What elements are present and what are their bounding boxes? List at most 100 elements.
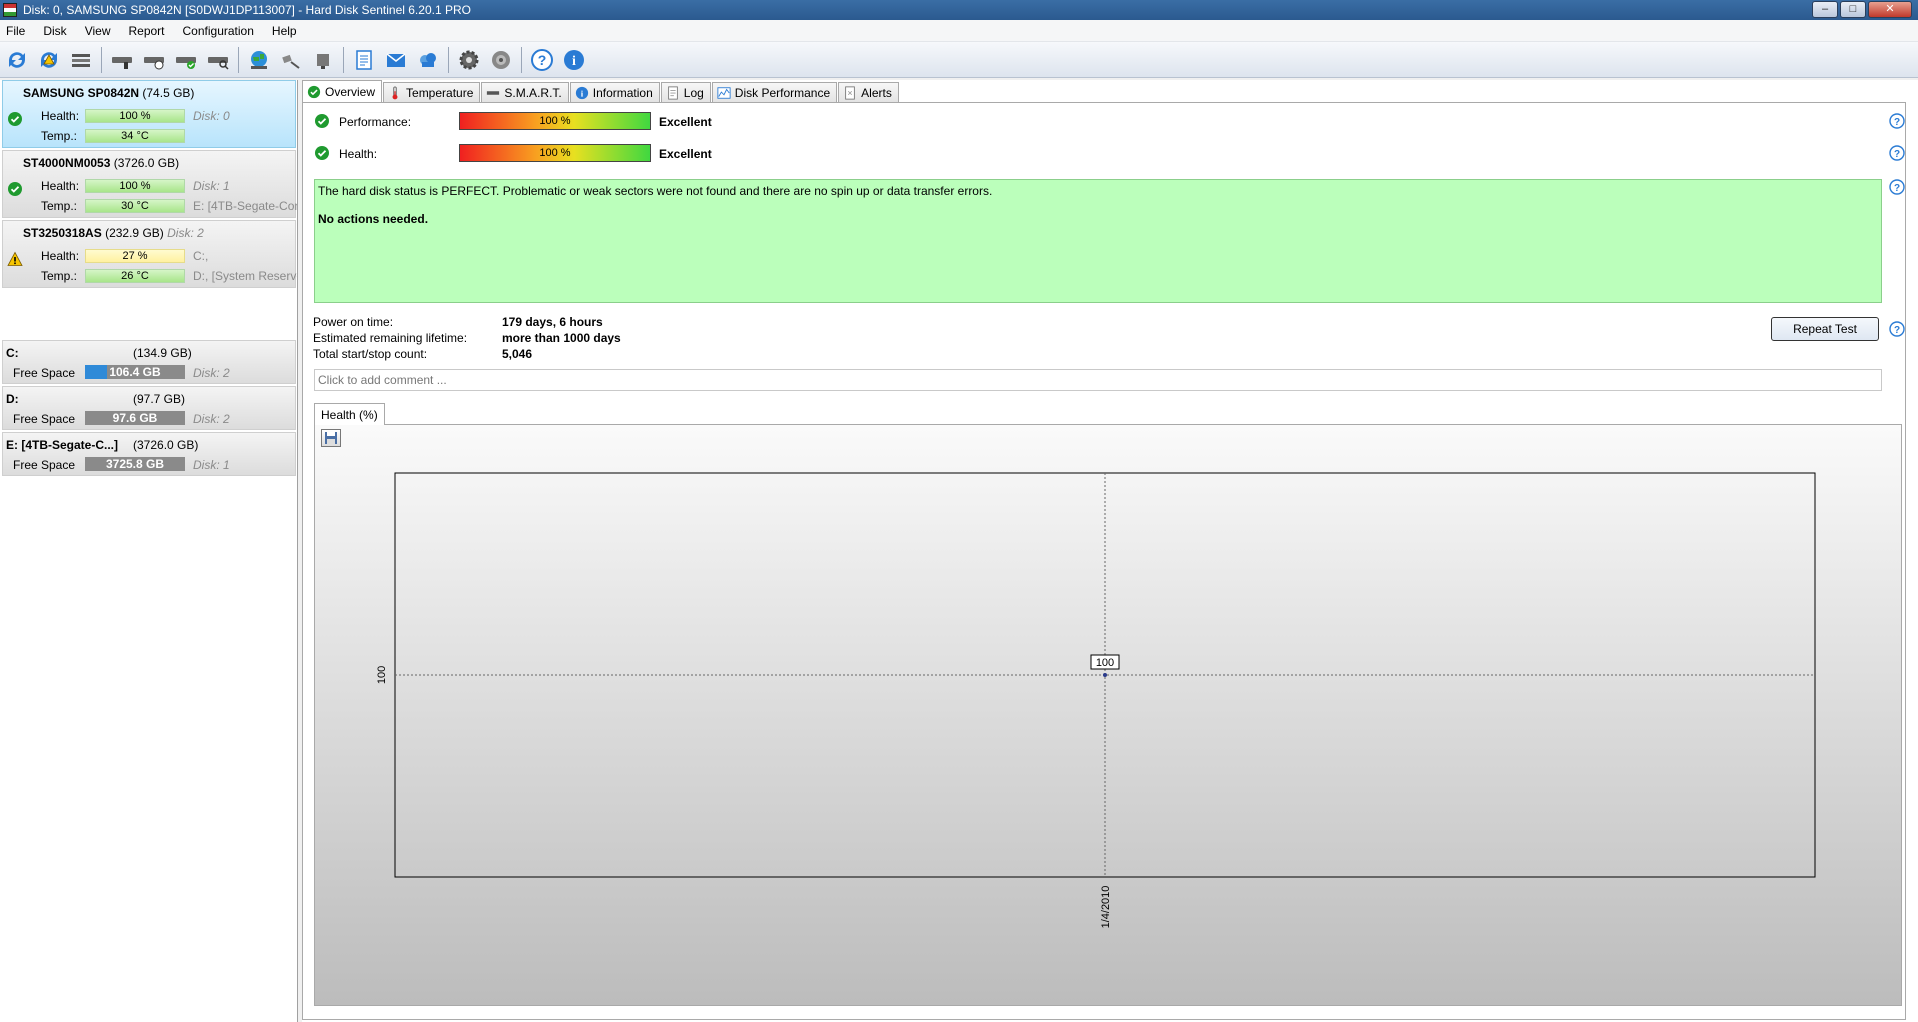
- temp-bar: 30 °C: [85, 199, 185, 213]
- volume-name: E: [4TB-Segate-C...]: [6, 438, 119, 452]
- disk-search-icon[interactable]: [204, 45, 232, 75]
- help-icon[interactable]: ?: [1889, 321, 1905, 337]
- volume-size: (97.7 GB): [133, 392, 186, 406]
- log-icon: [667, 86, 678, 100]
- svg-text:?: ?: [1894, 325, 1900, 336]
- volume-size: (134.9 GB): [133, 346, 192, 360]
- globe-icon[interactable]: [245, 45, 273, 75]
- window-controls: – □ ✕: [1812, 1, 1912, 18]
- svg-text:i: i: [572, 54, 576, 69]
- menu-help[interactable]: Help: [270, 24, 305, 38]
- power-on-value: 179 days, 6 hours: [502, 315, 603, 329]
- volume-disk: Disk: 2: [193, 366, 230, 380]
- disk-name: SAMSUNG SP0842N (74.5 GB): [23, 86, 195, 100]
- toolbar: ? i: [0, 42, 1918, 78]
- tab-temperature[interactable]: Temperature: [383, 82, 481, 103]
- maximize-button[interactable]: □: [1840, 1, 1866, 18]
- ok-icon: [315, 114, 329, 128]
- free-space-label: Free Space: [13, 458, 76, 472]
- status-message: The hard disk status is PERFECT. Problem…: [314, 179, 1882, 303]
- help-icon[interactable]: ?: [528, 45, 556, 75]
- comment-input[interactable]: Click to add comment ...: [314, 369, 1882, 391]
- toolbar-separator: [521, 46, 522, 73]
- title-bar: Disk: 0, SAMSUNG SP0842N [S0DWJ1DP113007…: [0, 0, 1918, 20]
- refresh-warning-icon[interactable]: [35, 45, 63, 75]
- menu-report[interactable]: Report: [126, 24, 172, 38]
- free-space-label: Free Space: [13, 366, 76, 380]
- report-icon[interactable]: [350, 45, 378, 75]
- disk-check-icon[interactable]: [172, 45, 200, 75]
- tab-disk-performance[interactable]: Disk Performance: [711, 82, 838, 103]
- volume-item-e[interactable]: E: [4TB-Segate-C...] (3726.0 GB) Free Sp…: [2, 432, 296, 476]
- help-icon[interactable]: ?: [1889, 113, 1905, 129]
- performance-label: Performance:: [339, 115, 412, 129]
- chart-tab-health[interactable]: Health (%): [314, 403, 385, 425]
- disk-panel: SAMSUNG SP0842N (74.5 GB) Health: 100 % …: [0, 80, 298, 1022]
- satellite-icon[interactable]: [277, 45, 305, 75]
- main-panel: Overview Temperature S.M.A.R.T. i Inform…: [302, 80, 1918, 1022]
- svg-text:?: ?: [1894, 183, 1900, 194]
- toolbar-separator: [101, 46, 102, 73]
- menu-view[interactable]: View: [83, 24, 119, 38]
- warning-icon: [7, 251, 23, 266]
- volume-list: D:, [System Reserve: [193, 269, 297, 283]
- disk-item-1[interactable]: ST4000NM0053 (3726.0 GB) Health: 100 % D…: [2, 150, 297, 218]
- lifetime-value: more than 1000 days: [502, 331, 621, 345]
- network-disk-icon[interactable]: [309, 45, 337, 75]
- ok-icon: [8, 112, 22, 126]
- data-point: [1103, 673, 1107, 677]
- status-action: No actions needed.: [318, 212, 429, 226]
- tab-bar: Overview Temperature S.M.A.R.T. i Inform…: [302, 80, 900, 103]
- tab-alerts[interactable]: Alerts: [838, 82, 899, 103]
- refresh-icon[interactable]: [3, 45, 31, 75]
- temp-label: Temp.:: [41, 199, 78, 213]
- svg-text:?: ?: [538, 52, 547, 68]
- ok-icon: [8, 182, 22, 196]
- volume-name: D:: [6, 392, 19, 406]
- volume-item-d[interactable]: D: (97.7 GB) Free Space 97.6 GB Disk: 2: [2, 386, 296, 430]
- menu-configuration[interactable]: Configuration: [181, 24, 262, 38]
- health-label: Health:: [41, 109, 80, 123]
- overview-content: Performance: 100 % Excellent ? Health: 1…: [302, 102, 1906, 1020]
- help-icon[interactable]: ?: [1889, 179, 1905, 195]
- tab-log[interactable]: Log: [660, 82, 711, 103]
- info-icon[interactable]: i: [560, 45, 588, 75]
- toolbar-separator: [448, 46, 449, 73]
- alerts-icon: [845, 86, 855, 100]
- tab-label: Disk Performance: [734, 86, 831, 100]
- repeat-test-button[interactable]: Repeat Test: [1771, 317, 1879, 341]
- data-label: 100: [1096, 657, 1114, 669]
- sound-icon[interactable]: [487, 45, 515, 75]
- disk-item-0[interactable]: SAMSUNG SP0842N (74.5 GB) Health: 100 % …: [2, 80, 296, 148]
- health-label: Health:: [41, 179, 80, 193]
- menu-disk[interactable]: Disk: [41, 24, 74, 38]
- disk-name: ST3250318AS (232.9 GB) Disk: 2: [23, 226, 204, 240]
- performance-bar: 100 %: [459, 112, 651, 130]
- startstop-value: 5,046: [502, 347, 533, 361]
- disk-list-icon[interactable]: [67, 45, 95, 75]
- disk-test-icon[interactable]: [108, 45, 136, 75]
- performance-chart-icon: [717, 87, 731, 99]
- cloud-icon[interactable]: [414, 45, 442, 75]
- tab-label: Alerts: [861, 86, 892, 100]
- tab-smart[interactable]: S.M.A.R.T.: [481, 82, 569, 103]
- tab-information[interactable]: i Information: [569, 82, 660, 103]
- temp-bar: 34 °C: [85, 129, 185, 143]
- help-icon[interactable]: ?: [1889, 145, 1905, 161]
- tab-label: Temperature: [406, 86, 474, 100]
- gear-icon[interactable]: [455, 45, 483, 75]
- svg-text:?: ?: [1894, 149, 1900, 160]
- menu-file[interactable]: File: [4, 24, 33, 38]
- minimize-button[interactable]: –: [1812, 1, 1838, 18]
- mail-icon[interactable]: [382, 45, 410, 75]
- tab-overview[interactable]: Overview: [302, 80, 383, 103]
- toolbar-separator: [343, 46, 344, 73]
- menu-bar: File Disk View Report Configuration Help: [0, 20, 1918, 42]
- disk-item-2[interactable]: ST3250318AS (232.9 GB) Disk: 2 Health: 2…: [2, 220, 297, 288]
- volume-name: C:: [6, 346, 19, 360]
- volume-item-c[interactable]: C: (134.9 GB) Free Space 106.4 GB Disk: …: [2, 340, 296, 384]
- disk-schedule-icon[interactable]: [140, 45, 168, 75]
- health-bar: 27 %: [85, 249, 185, 263]
- close-button[interactable]: ✕: [1868, 1, 1912, 18]
- free-space-label: Free Space: [13, 412, 76, 426]
